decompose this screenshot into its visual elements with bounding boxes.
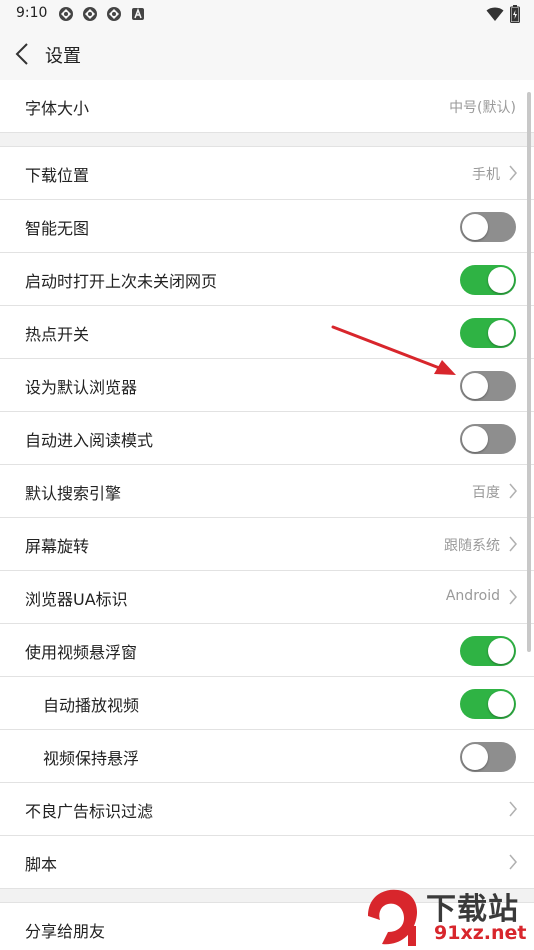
watermark-logo-icon [368,889,418,946]
restore-tabs-toggle[interactable] [460,265,516,295]
status-time: 9:10 [16,5,48,21]
setting-font-size[interactable]: 字体大小 中号(默认) [0,80,534,133]
setting-value: 跟随系统 [444,538,500,554]
chevron-right-icon [509,801,517,817]
header-bar: 设置 [0,28,534,80]
setting-label: 默认搜索引擎 [25,484,122,503]
setting-label: 热点开关 [25,325,90,344]
setting-screen-rotation[interactable]: 屏幕旋转 跟随系统 [0,518,534,571]
hotspot-toggle[interactable] [460,318,516,348]
battery-icon [510,5,520,23]
setting-restore-tabs: 启动时打开上次未关闭网页 [0,253,534,306]
chevron-right-icon [509,536,517,552]
setting-label: 下载位置 [25,166,90,185]
setting-label: 浏览器UA标识 [25,590,128,609]
a-icon [132,7,144,20]
setting-label: 自动进入阅读模式 [25,431,154,450]
setting-smart-no-image: 智能无图 [0,200,534,253]
floating-video-toggle[interactable] [460,636,516,666]
watermark: 下载站 91xz.net [364,882,534,950]
setting-label: 脚本 [25,855,58,874]
smart-no-image-toggle[interactable] [460,212,516,242]
setting-label: 智能无图 [25,219,90,238]
setting-label: 分享给朋友 [25,922,106,941]
app-icon [59,7,73,21]
chevron-right-icon [509,589,517,605]
keep-floating-toggle[interactable] [460,742,516,772]
setting-autoplay-video: 自动播放视频 [0,677,534,730]
setting-value: 手机 [472,167,500,183]
chevron-right-icon [509,483,517,499]
page-title: 设置 [45,46,81,67]
chevron-left-icon [15,43,28,65]
setting-floating-video: 使用视频悬浮窗 [0,624,534,677]
section-divider [0,133,534,147]
setting-label: 视频保持悬浮 [43,749,140,768]
setting-ad-filter[interactable]: 不良广告标识过滤 [0,783,534,836]
autoplay-video-toggle[interactable] [460,689,516,719]
setting-label: 字体大小 [25,99,90,118]
default-browser-toggle[interactable] [460,371,516,401]
setting-label: 启动时打开上次未关闭网页 [25,272,218,291]
setting-label: 设为默认浏览器 [25,378,138,397]
annotation-arrow-icon [331,325,456,375]
wifi-icon [486,7,504,21]
status-bar: 9:10 [0,0,534,28]
chevron-right-icon [509,165,517,181]
setting-label: 不良广告标识过滤 [25,802,154,821]
settings-list: 字体大小 中号(默认) 下载位置 手机 智能无图 启动时打开上次未关闭网页 热点… [0,80,534,950]
setting-value: Android [445,588,500,604]
setting-auto-reading-mode: 自动进入阅读模式 [0,412,534,465]
app-icon [83,7,97,21]
status-system-icons [486,5,520,23]
setting-keep-floating: 视频保持悬浮 [0,730,534,783]
setting-value: 中号(默认) [449,100,516,116]
setting-value: 百度 [472,485,500,501]
back-button[interactable] [14,40,38,68]
scrollbar[interactable] [527,92,531,652]
watermark-url: 91xz.net [434,922,527,944]
app-icon [107,7,121,21]
setting-label: 屏幕旋转 [25,537,90,556]
setting-search-engine[interactable]: 默认搜索引擎 百度 [0,465,534,518]
setting-browser-ua[interactable]: 浏览器UA标识 Android [0,571,534,624]
setting-label: 使用视频悬浮窗 [25,643,138,662]
status-notification-icons [58,6,146,22]
setting-label: 自动播放视频 [43,696,140,715]
setting-download-location[interactable]: 下载位置 手机 [0,147,534,200]
chevron-right-icon [509,854,517,870]
auto-reading-mode-toggle[interactable] [460,424,516,454]
